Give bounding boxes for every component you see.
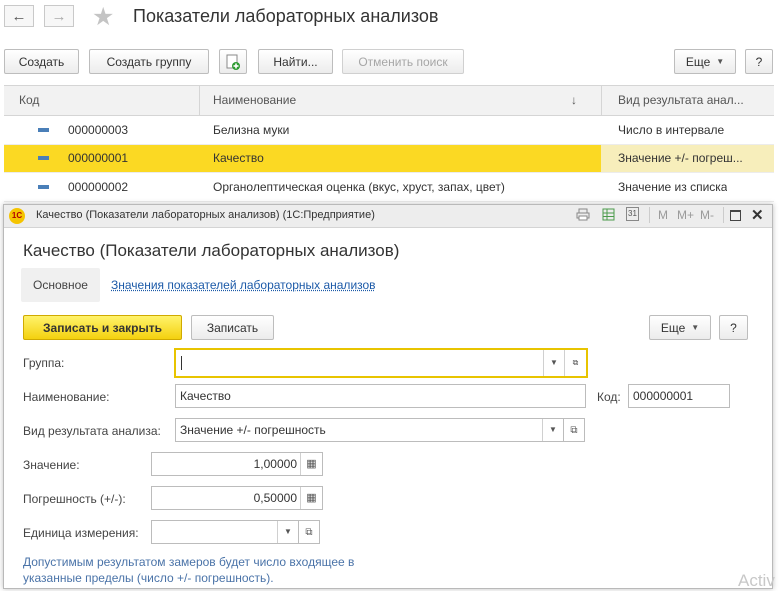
save-and-close-button[interactable]: Записать и закрыть <box>23 315 182 340</box>
column-name[interactable]: Наименование <box>213 86 296 115</box>
table-row[interactable]: 000000002 Органолептическая оценка (вкус… <box>4 174 774 202</box>
column-result-type[interactable]: Вид результата анал... <box>618 86 744 115</box>
page-title: Показатели лабораторных анализов <box>133 6 439 26</box>
memory-m-icon[interactable]: M <box>658 208 668 222</box>
result-type-field[interactable]: Значение +/- погрешность ▼ <box>175 418 564 442</box>
find-button[interactable]: Найти... <box>258 49 333 74</box>
save-button[interactable]: Записать <box>191 315 274 340</box>
sort-arrow-icon: ↓ <box>571 93 577 107</box>
close-icon[interactable]: ✕ <box>751 206 764 224</box>
cell-result-type: Значение +/- погреш... <box>618 151 743 165</box>
item-icon <box>38 128 49 132</box>
cell-name: Белизна муки <box>213 123 290 137</box>
unit-open-button[interactable]: ⧉ <box>298 520 320 544</box>
calendar-icon[interactable]: 31 <box>626 207 639 221</box>
group-field[interactable]: ▼ ⧉ <box>174 348 588 378</box>
dialog-more-button[interactable]: Еще ▼ <box>649 315 711 340</box>
code-label: Код: <box>597 390 621 404</box>
result-type-label: Вид результата анализа: <box>23 424 161 438</box>
create-group-button[interactable]: Создать группу <box>89 49 209 74</box>
back-button[interactable]: ← <box>4 5 34 27</box>
cancel-search-button[interactable]: Отменить поиск <box>342 49 464 74</box>
item-icon <box>38 185 49 189</box>
more-button[interactable]: Еще ▼ <box>674 49 736 74</box>
cell-code: 000000003 <box>68 123 129 137</box>
table-header: Код Наименование ↓ Вид результата анал..… <box>4 85 774 116</box>
maximize-icon[interactable] <box>730 210 741 221</box>
caret-down-icon: ▼ <box>284 527 292 536</box>
column-code[interactable]: Код <box>19 86 39 115</box>
calculator-icon[interactable]: ▦ <box>300 453 322 475</box>
cell-result-type: Число в интервале <box>618 123 725 137</box>
table-row[interactable]: 000000003 Белизна муки Число в интервале <box>4 117 774 145</box>
table-row[interactable]: 000000001 Качество Значение +/- погреш..… <box>4 145 774 173</box>
tab-values-link[interactable]: Значения показателей лабораторных анализ… <box>111 278 376 292</box>
name-label: Наименование: <box>23 390 110 404</box>
cell-name: Качество <box>213 151 264 165</box>
calculator-icon[interactable]: ▦ <box>300 487 322 509</box>
group-dropdown-button[interactable]: ▼ <box>543 350 564 376</box>
hint-text: Допустимым результатом замеров будет чис… <box>23 555 355 585</box>
group-label: Группа: <box>23 356 65 370</box>
result-type-open-button[interactable]: ⧉ <box>563 418 585 442</box>
unit-field[interactable]: ▼ <box>151 520 299 544</box>
forward-button[interactable]: → <box>44 5 74 27</box>
result-type-dropdown-button[interactable]: ▼ <box>542 419 563 441</box>
value-field[interactable]: 1,00000 ▦ <box>151 452 323 476</box>
arrow-right-icon: → <box>51 7 67 25</box>
cell-code: 000000001 <box>68 151 129 165</box>
open-icon: ⧉ <box>570 424 578 436</box>
help-button[interactable]: ? <box>745 49 773 74</box>
caret-down-icon: ▼ <box>549 425 557 434</box>
value-label: Значение: <box>23 458 80 472</box>
dialog-heading: Качество (Показатели лабораторных анализ… <box>23 241 400 260</box>
create-button[interactable]: Создать <box>4 49 79 74</box>
unit-label: Единица измерения: <box>23 526 139 540</box>
unit-dropdown-button[interactable]: ▼ <box>277 521 298 543</box>
dialog-window-title: Качество (Показатели лабораторных анализ… <box>36 209 375 221</box>
1c-logo-icon: 1С <box>9 208 25 224</box>
item-dialog: 1С Качество (Показатели лабораторных ана… <box>3 204 773 589</box>
table-icon[interactable] <box>602 208 615 224</box>
open-icon: ⧉ <box>572 358 579 367</box>
cell-code: 000000002 <box>68 180 129 194</box>
memory-minus-icon[interactable]: M- <box>700 208 714 222</box>
memory-plus-icon[interactable]: M+ <box>677 208 694 222</box>
create-copy-button[interactable] <box>219 49 247 74</box>
tab-main[interactable]: Основное <box>21 268 100 302</box>
cell-result-type: Значение из списка <box>618 180 728 194</box>
caret-down-icon: ▼ <box>550 358 558 367</box>
error-label: Погрешность (+/-): <box>23 492 126 506</box>
add-file-icon <box>226 54 240 70</box>
name-field[interactable]: Качество <box>175 384 586 408</box>
dialog-titlebar: 1С Качество (Показатели лабораторных ана… <box>4 205 772 228</box>
error-field[interactable]: 0,50000 ▦ <box>151 486 323 510</box>
print-icon[interactable] <box>576 208 590 224</box>
cell-name: Органолептическая оценка (вкус, хруст, з… <box>213 180 505 194</box>
group-open-button[interactable]: ⧉ <box>564 350 586 376</box>
item-icon <box>38 156 49 160</box>
caret-down-icon: ▼ <box>716 57 725 66</box>
activation-watermark: Activ <box>738 571 775 590</box>
dialog-help-button[interactable]: ? <box>719 315 748 340</box>
open-icon: ⧉ <box>305 526 313 538</box>
code-field[interactable]: 000000001 <box>628 384 730 408</box>
arrow-left-icon: ← <box>11 7 27 25</box>
favorite-star-icon[interactable]: ★ <box>92 2 114 32</box>
caret-down-icon: ▼ <box>691 323 700 332</box>
